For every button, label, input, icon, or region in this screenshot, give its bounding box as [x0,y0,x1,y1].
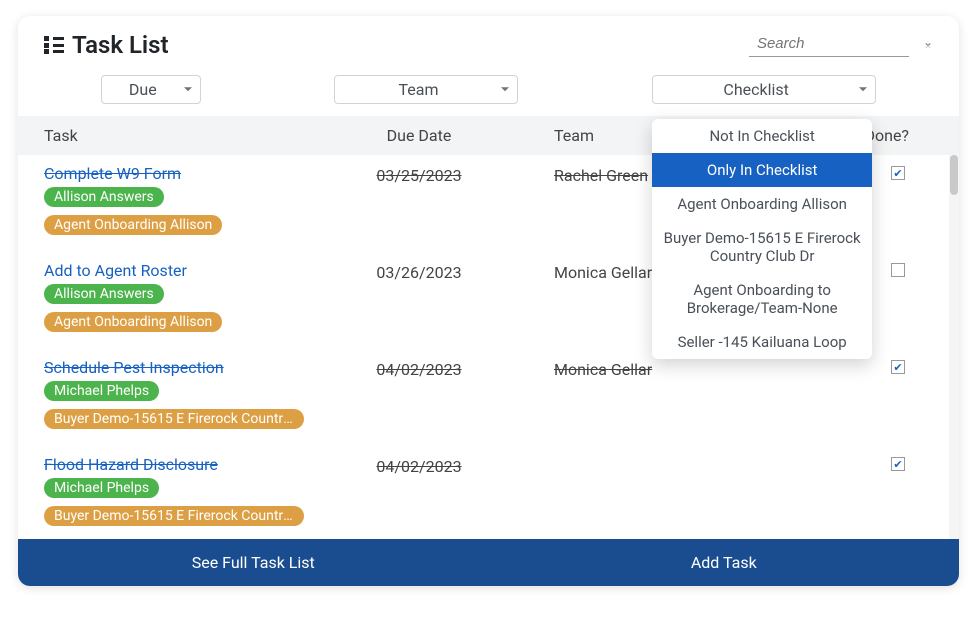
search-box[interactable] [749,33,909,57]
see-full-list-button[interactable]: See Full Task List [18,539,489,586]
scrollbar-thumb[interactable] [950,155,958,195]
task-title-link[interactable]: Schedule Pest Inspection [44,358,344,377]
due-date: 04/02/2023 [344,358,514,379]
done-checkbox[interactable] [891,166,905,180]
checklist-option[interactable]: Only In Checklist [652,153,872,187]
checklist-option[interactable]: Seller -145 Kailuana Loop [652,325,872,359]
table-row: Schedule Pest Inspection Michael Phelps Bu… [18,349,955,446]
team-member: Monica Gellar [514,358,764,379]
due-date: 03/26/2023 [344,261,514,282]
task-list-panel: Task List ⌄ ⌃ Due Team Checklist Not In … [18,16,959,586]
team-filter[interactable]: Team [334,75,518,104]
due-date: 03/25/2023 [344,164,514,185]
assignee-tag: Michael Phelps [44,381,159,401]
list-icon [44,36,64,54]
add-task-button[interactable]: Add Task [489,539,960,586]
task-title-link[interactable]: Flood Hazard Disclosure [44,455,344,474]
done-checkbox[interactable] [891,457,905,471]
checklist-option[interactable]: Buyer Demo-15615 E Firerock Country Club… [652,221,872,273]
task-title-link[interactable]: Add to Agent Roster [44,261,344,280]
filter-bar: Due Team Checklist Not In ChecklistOnly … [18,65,959,116]
checklist-tag: Agent Onboarding Allison [44,312,222,332]
due-date: 04/02/2023 [344,455,514,476]
sort-toggle[interactable]: ⌄ ⌃ [923,36,933,55]
col-due: Due Date [344,126,514,145]
team-filter-label: Team [398,80,438,99]
task-title-link[interactable]: Complete W9 Form [44,164,344,183]
assignee-tag: Allison Answers [44,187,164,207]
chevron-up-icon: ⌃ [923,46,933,54]
done-checkbox[interactable] [891,360,905,374]
checklist-option[interactable]: Agent Onboarding to Brokerage/Team-None [652,273,872,325]
checklist-option[interactable]: Not In Checklist [652,119,872,153]
due-filter[interactable]: Due [101,75,201,104]
page-title: Task List [72,31,169,59]
done-checkbox[interactable] [891,263,905,277]
checklist-filter[interactable]: Checklist [652,75,876,104]
checklist-filter-wrap: Checklist Not In ChecklistOnly In Checkl… [652,75,876,104]
checklist-tag: Agent Onboarding Allison [44,215,222,235]
checklist-dropdown: Not In ChecklistOnly In ChecklistAgent O… [652,119,872,359]
due-filter-label: Due [129,80,157,99]
checklist-filter-label: Checklist [723,80,788,99]
checklist-tag: Buyer Demo-15615 E Firerock Country C... [44,506,304,526]
footer-bar: See Full Task List Add Task [18,539,959,586]
assignee-tag: Michael Phelps [44,478,159,498]
team-member [514,455,764,457]
scrollbar-track [949,155,959,539]
panel-header: Task List ⌄ ⌃ [18,16,959,65]
assignee-tag: Allison Answers [44,284,164,304]
checklist-option[interactable]: Agent Onboarding Allison [652,187,872,221]
col-task: Task [44,126,344,145]
checklist-tag: Buyer Demo-15615 E Firerock Country C... [44,409,304,429]
table-row: Flood Hazard Disclosure Michael Phelps Buy… [18,446,955,539]
